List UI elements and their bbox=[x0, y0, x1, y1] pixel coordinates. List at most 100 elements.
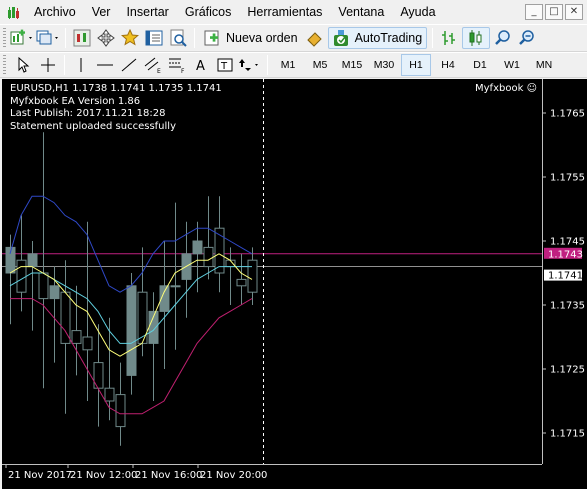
svg-text:A: A bbox=[196, 59, 205, 73]
new-chart-button[interactable] bbox=[10, 27, 34, 49]
menu-ventana[interactable]: Ventana bbox=[330, 0, 392, 24]
candle bbox=[38, 132, 49, 389]
candle bbox=[192, 221, 203, 293]
timeframe-h1[interactable]: H1 bbox=[401, 54, 431, 76]
profiles-button[interactable] bbox=[36, 27, 60, 49]
close-button[interactable]: ✕ bbox=[565, 4, 583, 20]
chart-info-block: EURUSD,H1 1.1738 1.1741 1.1735 1.1741 My… bbox=[10, 83, 222, 133]
new-order-label: Nueva orden bbox=[226, 31, 298, 45]
time-tick-label: 21 Nov 2017 bbox=[8, 470, 72, 481]
candle bbox=[93, 324, 104, 427]
favorites-button[interactable] bbox=[119, 27, 141, 49]
chart-canvas[interactable]: 1.1765 1.1755 1.1745 1.1735 1.1725 1.1715 21 N… bbox=[2, 79, 587, 489]
menu-herramientas[interactable]: Herramientas bbox=[239, 0, 330, 24]
candle bbox=[5, 234, 16, 325]
arrows-icon bbox=[239, 59, 258, 71]
candle-body bbox=[16, 259, 27, 293]
timeframe-m15[interactable]: M15 bbox=[337, 54, 367, 76]
trendline-button[interactable] bbox=[118, 54, 140, 76]
menu-insertar[interactable]: Insertar bbox=[118, 0, 176, 24]
strategy-tester-button[interactable] bbox=[167, 27, 189, 49]
fibonacci-icon: F bbox=[169, 58, 185, 74]
star-icon bbox=[121, 29, 139, 46]
candle bbox=[126, 273, 137, 395]
zoom-out-icon bbox=[519, 30, 534, 45]
candle-body bbox=[38, 272, 49, 300]
candlestick-icon bbox=[469, 30, 482, 46]
candle-body bbox=[192, 240, 203, 255]
timeframe-mn[interactable]: MN bbox=[529, 54, 559, 76]
candle-body bbox=[49, 285, 60, 300]
candle-body bbox=[247, 259, 258, 293]
timeframe-w1[interactable]: W1 bbox=[497, 54, 527, 76]
svg-text:F: F bbox=[181, 68, 185, 74]
bar-chart-button[interactable] bbox=[438, 27, 460, 49]
candle bbox=[16, 215, 27, 312]
ea-version-line: Myfxbook EA Version 1.86 bbox=[10, 95, 141, 107]
candle bbox=[236, 253, 247, 305]
candle bbox=[71, 285, 82, 376]
timeframe-d1[interactable]: D1 bbox=[465, 54, 495, 76]
equidistant-channel-button[interactable]: E bbox=[142, 54, 164, 76]
myfxbook-logo: Myfxbook ☺ bbox=[475, 83, 537, 94]
zoom-out-button[interactable] bbox=[516, 27, 538, 49]
vertical-line-icon bbox=[80, 58, 82, 72]
cursor-button[interactable] bbox=[13, 54, 35, 76]
text-label-button[interactable]: T bbox=[214, 54, 236, 76]
trendline-icon bbox=[121, 58, 137, 72]
navigator-button[interactable] bbox=[95, 27, 117, 49]
crosshair-button[interactable] bbox=[37, 54, 59, 76]
horizontal-line-button[interactable] bbox=[94, 54, 116, 76]
metaeditor-icon bbox=[306, 32, 322, 47]
window-controls: _ □ ✕ bbox=[525, 4, 583, 20]
price-tick-label: 1.1755 bbox=[550, 173, 585, 184]
price-tick-label: 1.1745 bbox=[550, 237, 585, 248]
symbol-quote-line: EURUSD,H1 1.1738 1.1741 1.1735 1.1741 bbox=[10, 83, 222, 94]
market-watch-button[interactable] bbox=[71, 27, 93, 49]
timeframe-m1[interactable]: M1 bbox=[273, 54, 303, 76]
autotrading-label: AutoTrading bbox=[354, 31, 423, 45]
tester-icon bbox=[170, 29, 187, 47]
menu-graficos[interactable]: Gráficos bbox=[177, 0, 240, 24]
candle-body bbox=[60, 291, 71, 344]
toolbar-grip[interactable] bbox=[3, 28, 6, 48]
timeframe-m5[interactable]: M5 bbox=[305, 54, 335, 76]
zoom-in-button[interactable] bbox=[492, 27, 514, 49]
menu-ver[interactable]: Ver bbox=[84, 0, 119, 24]
price-tick-label: 1.1735 bbox=[550, 301, 585, 312]
vertical-line-button[interactable] bbox=[70, 54, 92, 76]
maximize-button[interactable]: □ bbox=[545, 4, 563, 20]
menu-archivo[interactable]: Archivo bbox=[26, 0, 84, 24]
candle bbox=[170, 202, 181, 350]
menu-bar: Archivo Ver Insertar Gráficos Herramient… bbox=[0, 0, 587, 24]
toolbar-separator bbox=[194, 28, 195, 48]
app-icon[interactable] bbox=[6, 4, 22, 20]
time-tick-label: 21 Nov 16:00 bbox=[135, 470, 202, 481]
channel-icon: E bbox=[144, 57, 161, 74]
candle-body bbox=[203, 246, 214, 268]
toolbar-grip[interactable] bbox=[3, 55, 6, 75]
menu-ayuda[interactable]: Ayuda bbox=[392, 0, 443, 24]
candle-body bbox=[104, 387, 115, 402]
zoom-in-icon bbox=[495, 30, 510, 45]
terminal-button[interactable] bbox=[143, 27, 165, 49]
new-order-button[interactable]: Nueva orden bbox=[200, 27, 302, 49]
text-button[interactable]: A bbox=[190, 54, 212, 76]
timeframe-h4[interactable]: H4 bbox=[433, 54, 463, 76]
ask-price-label: 1.1743 bbox=[548, 249, 583, 260]
time-tick-label: 21 Nov 12:00 bbox=[70, 470, 137, 481]
profiles-icon bbox=[36, 30, 58, 45]
toolbar-separator bbox=[64, 55, 65, 75]
candlestick-chart-button[interactable] bbox=[462, 27, 491, 49]
price-chart[interactable]: 1.1765 1.1755 1.1745 1.1735 1.1725 1.1715 21 N… bbox=[2, 79, 587, 489]
minimize-button[interactable]: _ bbox=[525, 4, 543, 20]
fibonacci-button[interactable]: F bbox=[166, 54, 188, 76]
timeframe-m30[interactable]: M30 bbox=[369, 54, 399, 76]
price-tick-label: 1.1725 bbox=[550, 365, 585, 376]
svg-text:E: E bbox=[157, 68, 161, 74]
crosshair-icon bbox=[41, 58, 55, 72]
autotrading-button[interactable]: AutoTrading bbox=[327, 27, 428, 49]
metaeditor-button[interactable] bbox=[304, 27, 326, 49]
candle bbox=[214, 196, 225, 293]
arrows-button[interactable] bbox=[238, 54, 262, 76]
